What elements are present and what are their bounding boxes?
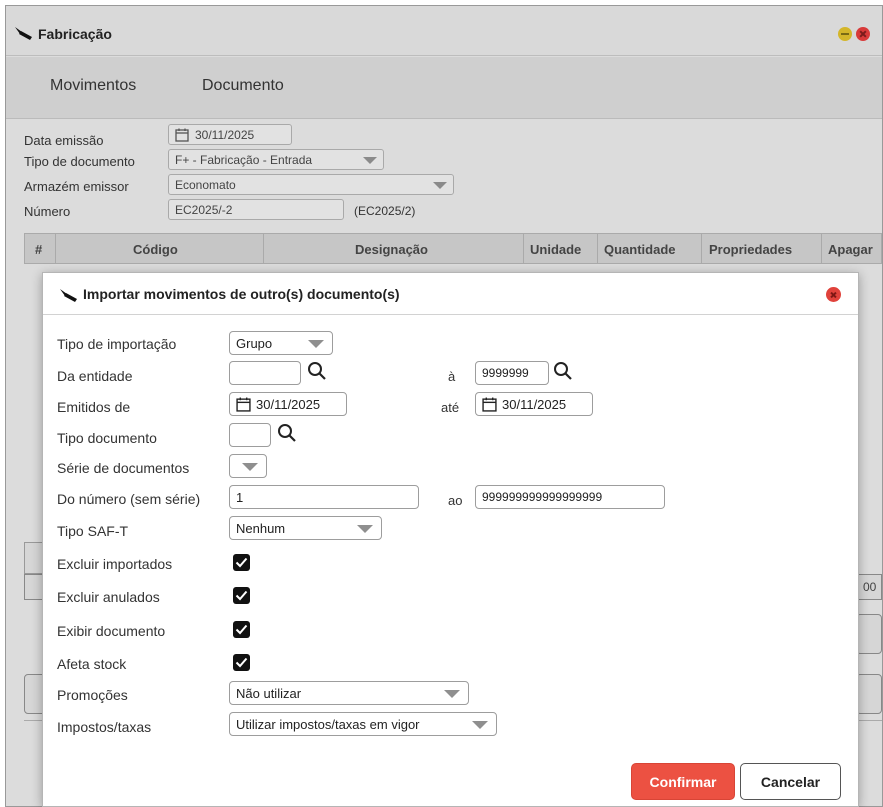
emitidos-de-label: Emitidos de bbox=[57, 399, 131, 415]
tipo-importacao-select[interactable]: Grupo bbox=[229, 331, 333, 355]
armazem-select[interactable]: Economato bbox=[168, 174, 454, 195]
window-titlebar: Fabricação bbox=[6, 6, 882, 56]
search-icon[interactable] bbox=[277, 423, 297, 448]
impostos-taxas-select[interactable]: Utilizar impostos/taxas em vigor bbox=[229, 712, 497, 736]
checkmark-icon bbox=[235, 624, 248, 635]
chevron-down-icon bbox=[357, 525, 373, 533]
impostos-taxas-value: Utilizar impostos/taxas em vigor bbox=[236, 717, 420, 732]
promocoes-select[interactable]: Não utilizar bbox=[229, 681, 469, 705]
column-header-quantidade[interactable]: Quantidade bbox=[604, 242, 676, 257]
afeta-stock-checkbox[interactable] bbox=[233, 654, 250, 671]
emitidos-de-value: 30/11/2025 bbox=[256, 397, 321, 412]
emitidos-ate-label: até bbox=[441, 400, 460, 415]
column-header-apagar[interactable]: Apagar bbox=[828, 242, 873, 257]
column-header-unidade[interactable]: Unidade bbox=[530, 242, 581, 257]
calendar-icon bbox=[175, 128, 189, 145]
tipo-documento-label: Tipo documento bbox=[57, 430, 157, 446]
minimize-icon[interactable] bbox=[838, 27, 852, 41]
search-icon[interactable] bbox=[553, 361, 573, 386]
data-emissao-label: Data emissão bbox=[24, 133, 104, 148]
menu-bar: Movimentos Documento bbox=[6, 57, 882, 119]
chevron-down-icon bbox=[444, 690, 460, 698]
numero-value: EC2025/-2 bbox=[175, 203, 233, 217]
chevron-down-icon bbox=[242, 463, 258, 471]
close-icon[interactable] bbox=[856, 27, 870, 41]
chevron-down-icon bbox=[363, 157, 377, 164]
cancel-button[interactable]: Cancelar bbox=[740, 763, 841, 800]
hammer-icon bbox=[14, 25, 34, 46]
da-entidade-to-label: à bbox=[448, 369, 456, 384]
calendar-icon bbox=[236, 397, 251, 415]
excluir-anulados-checkbox[interactable] bbox=[233, 587, 250, 604]
hammer-icon bbox=[59, 287, 79, 308]
search-icon[interactable] bbox=[307, 361, 327, 386]
import-dialog: Importar movimentos de outro(s) document… bbox=[42, 272, 859, 807]
menu-item-movimentos[interactable]: Movimentos bbox=[50, 77, 136, 95]
excluir-anulados-label: Excluir anulados bbox=[57, 589, 160, 605]
tipo-documento-value: F+ - Fabricação - Entrada bbox=[175, 153, 313, 167]
calendar-icon bbox=[482, 397, 497, 415]
numero-field[interactable]: EC2025/-2 bbox=[168, 199, 344, 220]
tipo-documento-select[interactable]: F+ - Fabricação - Entrada bbox=[168, 149, 384, 170]
column-header-index[interactable]: # bbox=[35, 242, 42, 257]
dialog-title: Importar movimentos de outro(s) document… bbox=[83, 286, 400, 302]
close-icon[interactable] bbox=[826, 287, 841, 302]
promocoes-value: Não utilizar bbox=[236, 686, 302, 701]
emitidos-ate-date[interactable]: 30/11/2025 bbox=[475, 392, 593, 416]
dialog-header: Importar movimentos de outro(s) document… bbox=[43, 273, 858, 315]
background-value-fragment: 00 bbox=[856, 574, 882, 600]
column-header-propriedades[interactable]: Propriedades bbox=[709, 242, 792, 257]
checkmark-icon bbox=[235, 590, 248, 601]
tipo-saft-value: Nenhum bbox=[236, 521, 286, 536]
numero-display: (EC2025/2) bbox=[354, 204, 416, 218]
background-button-fragment bbox=[856, 614, 882, 654]
da-entidade-input[interactable] bbox=[229, 361, 301, 385]
excluir-importados-label: Excluir importados bbox=[57, 556, 173, 572]
promocoes-label: Promoções bbox=[57, 687, 128, 703]
serie-documentos-label: Série de documentos bbox=[57, 460, 190, 476]
tipo-saft-label: Tipo SAF-T bbox=[57, 523, 129, 539]
emitidos-ate-value: 30/11/2025 bbox=[502, 397, 567, 412]
table-header: # Código Designação Unidade Quantidade P… bbox=[24, 233, 882, 264]
emitidos-de-date[interactable]: 30/11/2025 bbox=[229, 392, 347, 416]
da-entidade-label: Da entidade bbox=[57, 368, 133, 384]
numero-label: Número bbox=[24, 204, 71, 219]
checkmark-icon bbox=[235, 557, 248, 568]
exibir-documento-label: Exibir documento bbox=[57, 623, 166, 639]
impostos-taxas-label: Impostos/taxas bbox=[57, 719, 152, 735]
do-numero-input[interactable] bbox=[229, 485, 419, 509]
background-value-text: 00 bbox=[863, 580, 877, 594]
window-title: Fabricação bbox=[38, 26, 112, 42]
tipo-documento-input[interactable] bbox=[229, 423, 271, 447]
chevron-down-icon bbox=[433, 182, 447, 189]
armazem-value: Economato bbox=[175, 178, 236, 192]
column-header-designacao[interactable]: Designação bbox=[355, 242, 428, 257]
menu-item-documento[interactable]: Documento bbox=[202, 77, 284, 95]
column-header-codigo[interactable]: Código bbox=[133, 242, 178, 257]
chevron-down-icon bbox=[308, 340, 324, 348]
exibir-documento-checkbox[interactable] bbox=[233, 621, 250, 638]
data-emissao-value: 30/11/2025 bbox=[195, 128, 255, 142]
ao-numero-label: ao bbox=[448, 493, 463, 508]
afeta-stock-label: Afeta stock bbox=[57, 656, 127, 672]
do-numero-label: Do número (sem série) bbox=[57, 491, 201, 507]
tipo-importacao-label: Tipo de importação bbox=[57, 336, 177, 352]
armazem-label: Armazém emissor bbox=[24, 179, 129, 194]
tipo-documento-label: Tipo de documento bbox=[24, 154, 135, 169]
tipo-importacao-value: Grupo bbox=[236, 336, 273, 351]
background-button-fragment bbox=[856, 674, 882, 714]
ao-numero-input[interactable] bbox=[475, 485, 665, 509]
tipo-saft-select[interactable]: Nenhum bbox=[229, 516, 382, 540]
chevron-down-icon bbox=[472, 721, 488, 729]
data-emissao-field[interactable]: 30/11/2025 bbox=[168, 124, 292, 145]
confirm-button[interactable]: Confirmar bbox=[631, 763, 735, 800]
excluir-importados-checkbox[interactable] bbox=[233, 554, 250, 571]
ate-entidade-input[interactable] bbox=[475, 361, 549, 385]
checkmark-icon bbox=[235, 657, 248, 668]
serie-documentos-select[interactable] bbox=[229, 454, 267, 478]
